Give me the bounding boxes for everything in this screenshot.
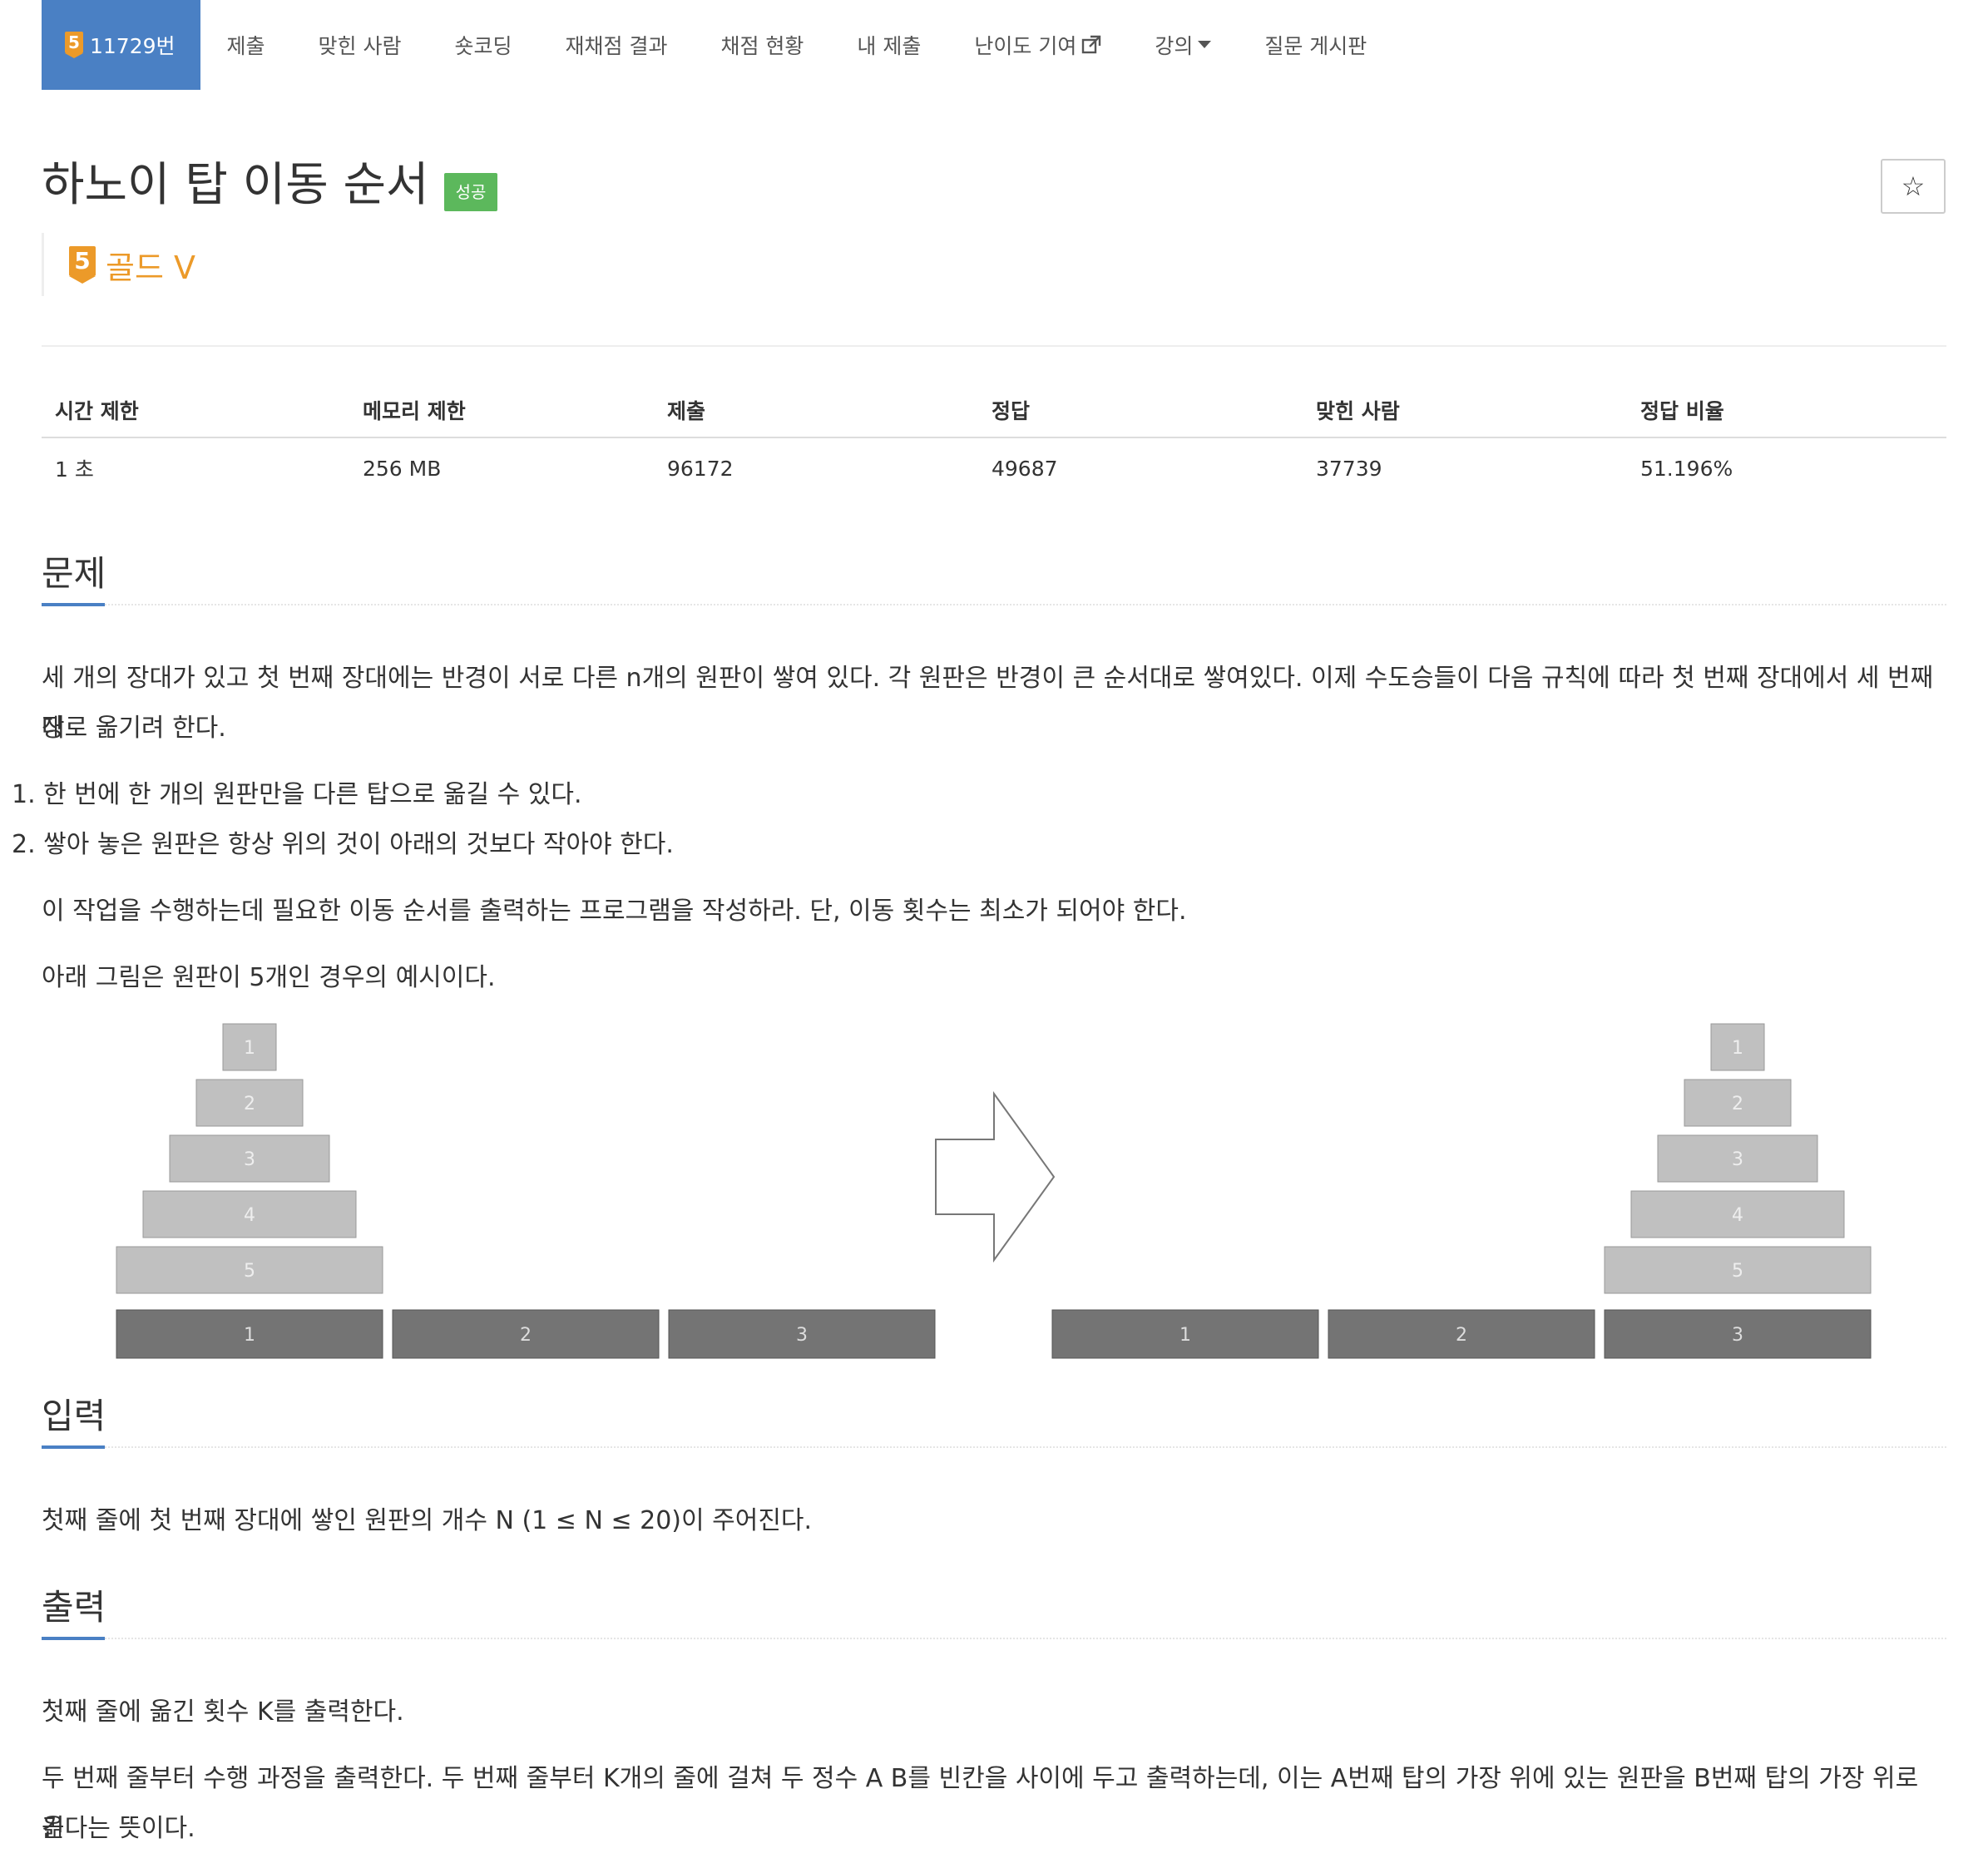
solvers-header: 맞힌 사람 <box>1303 383 1627 438</box>
nav-problem-label: 11729번 <box>90 34 176 58</box>
rule-item-1: 1. 한 번에 한 개의 원판만을 다른 탑으로 옮길 수 있다. <box>12 780 582 809</box>
problem-nav: 5 11729번 제출 맞힌 사람 숏코딩 재채점 결과 채점 현황 내 제출 … <box>42 0 1393 90</box>
caret-down-icon <box>1198 41 1212 48</box>
nav-difficulty-contribution[interactable]: 난이도 기여 <box>947 0 1128 90</box>
status-badge: 성공 <box>443 173 498 211</box>
external-link-icon <box>1082 35 1101 54</box>
nav-submit-label: 제출 <box>226 34 265 58</box>
after-pole-3: 3 <box>1604 1309 1872 1359</box>
nav-judge-status-label: 채점 현황 <box>720 34 804 58</box>
nav-my-submissions[interactable]: 내 제출 <box>830 0 947 90</box>
nav-my-submissions-label: 내 제출 <box>857 34 922 58</box>
before-disk-label: 5 <box>244 1261 255 1282</box>
nav-accepted-users-label: 맞힌 사람 <box>318 34 402 58</box>
output-description-line-3: 긴다는 뜻이다. <box>42 1814 195 1843</box>
page-title: 하노이 탑 이동 순서 <box>42 158 429 212</box>
before-disk-label: 3 <box>244 1149 255 1170</box>
before-pole-3: 3 <box>668 1309 936 1359</box>
divider <box>42 345 1946 347</box>
tier-label[interactable]: 골드 V <box>106 242 195 288</box>
problem-section-heading: 문제 <box>42 549 1946 606</box>
memory-limit-value: 256 MB <box>363 456 442 481</box>
output-description-line-1: 첫째 줄에 옮긴 횟수 K를 출력한다. <box>42 1697 404 1727</box>
accept-rate-value: 51.196% <box>1640 456 1733 481</box>
before-disk-label: 4 <box>244 1205 255 1226</box>
nav-lectures-dropdown[interactable]: 강의 <box>1128 0 1238 90</box>
input-section-heading: 입력 <box>42 1391 1946 1449</box>
before-disk-2: 2 <box>195 1079 304 1127</box>
tier-number: 5 <box>69 245 96 276</box>
problem-section-title: 문제 <box>42 553 106 594</box>
before-disk-label: 2 <box>244 1094 255 1114</box>
right-arrow-icon <box>935 1090 1056 1263</box>
nav-rejudge-results[interactable]: 재채점 결과 <box>539 0 695 90</box>
after-disk-3: 3 <box>1657 1134 1818 1183</box>
after-disk-2: 2 <box>1684 1079 1792 1127</box>
nav-qna-board[interactable]: 질문 게시판 <box>1238 0 1393 90</box>
problem-title-row: 하노이 탑 이동 순서 성공 <box>42 156 498 215</box>
output-section-heading: 출력 <box>42 1583 1946 1640</box>
before-pole-label: 3 <box>796 1325 808 1346</box>
accept-rate-header: 정답 비율 <box>1627 383 1946 438</box>
rule-item-2: 2. 쌓아 놓은 원판은 항상 위의 것이 아래의 것보다 작아야 한다. <box>12 830 674 859</box>
problem-description-line-2: 대로 옮기려 한다. <box>42 714 226 743</box>
submissions-value: 96172 <box>667 456 734 481</box>
after-disk-4: 4 <box>1630 1190 1845 1238</box>
accepted-value: 49687 <box>992 456 1058 481</box>
before-disk-1: 1 <box>222 1023 277 1071</box>
before-pole-1: 1 <box>116 1309 383 1359</box>
nav-lectures-label: 강의 <box>1155 34 1194 58</box>
nav-short-coding-label: 숏코딩 <box>454 34 512 58</box>
after-disk-label: 1 <box>1732 1038 1743 1059</box>
hanoi-tower-figure: 1 2 3 1 2 3 4 5 1 2 3 1 2 3 4 5 <box>116 1023 1872 1359</box>
problem-stats-table: 시간 제한 메모리 제한 제출 정답 맞힌 사람 정답 비율 1 초 256 M… <box>42 383 1946 498</box>
after-disk-5: 5 <box>1604 1246 1872 1294</box>
after-disk-1: 1 <box>1710 1023 1765 1071</box>
after-disk-label: 4 <box>1732 1205 1743 1226</box>
gold-tier-icon: 5 <box>69 245 96 284</box>
nav-problem-number[interactable]: 5 11729번 <box>42 0 200 90</box>
after-pole-1: 1 <box>1051 1309 1319 1359</box>
before-disk-4: 4 <box>142 1190 357 1238</box>
nav-submit[interactable]: 제출 <box>200 0 292 90</box>
submissions-header: 제출 <box>654 383 978 438</box>
nav-difficulty-label: 난이도 기여 <box>974 34 1077 58</box>
nav-short-coding[interactable]: 숏코딩 <box>428 0 539 90</box>
nav-rejudge-results-label: 재채점 결과 <box>565 34 668 58</box>
tier-number: 5 <box>65 32 83 53</box>
before-pole-label: 1 <box>244 1325 255 1346</box>
favorite-star-button[interactable]: ☆ <box>1881 159 1946 214</box>
star-icon: ☆ <box>1901 170 1926 202</box>
after-pole-2: 2 <box>1328 1309 1595 1359</box>
before-disk-5: 5 <box>116 1246 383 1294</box>
time-limit-value: 1 초 <box>55 457 94 482</box>
after-pole-label: 2 <box>1456 1325 1467 1346</box>
time-limit-header: 시간 제한 <box>42 383 349 438</box>
gold-tier-icon: 5 <box>65 32 83 58</box>
problem-tier: 5 골드 V <box>42 233 195 296</box>
stats-value-row: 1 초 256 MB 96172 49687 37739 51.196% <box>42 437 1946 498</box>
before-pole-label: 2 <box>520 1325 532 1346</box>
stats-header-row: 시간 제한 메모리 제한 제출 정답 맞힌 사람 정답 비율 <box>42 383 1946 438</box>
before-disk-label: 1 <box>244 1038 255 1059</box>
nav-accepted-users[interactable]: 맞힌 사람 <box>292 0 428 90</box>
after-pole-label: 1 <box>1179 1325 1191 1346</box>
after-disk-label: 5 <box>1732 1261 1743 1282</box>
input-description: 첫째 줄에 첫 번째 장대에 쌓인 원판의 개수 N (1 ≤ N ≤ 20)이… <box>42 1506 813 1535</box>
nav-qna-board-label: 질문 게시판 <box>1264 34 1367 58</box>
before-disk-3: 3 <box>169 1134 330 1183</box>
problem-description-example: 아래 그림은 원판이 5개인 경우의 예시이다. <box>42 963 496 992</box>
after-pole-label: 3 <box>1732 1325 1743 1346</box>
nav-judge-status[interactable]: 채점 현황 <box>694 0 830 90</box>
problem-description-task: 이 작업을 수행하는데 필요한 이동 순서를 출력하는 프로그램을 작성하라. … <box>42 897 1187 926</box>
solvers-value: 37739 <box>1316 456 1382 481</box>
after-disk-label: 2 <box>1732 1094 1743 1114</box>
after-disk-label: 3 <box>1732 1149 1743 1170</box>
accepted-header: 정답 <box>978 383 1303 438</box>
memory-limit-header: 메모리 제한 <box>349 383 654 438</box>
output-section-title: 출력 <box>42 1587 106 1628</box>
before-pole-2: 2 <box>392 1309 660 1359</box>
input-section-title: 입력 <box>42 1396 106 1436</box>
